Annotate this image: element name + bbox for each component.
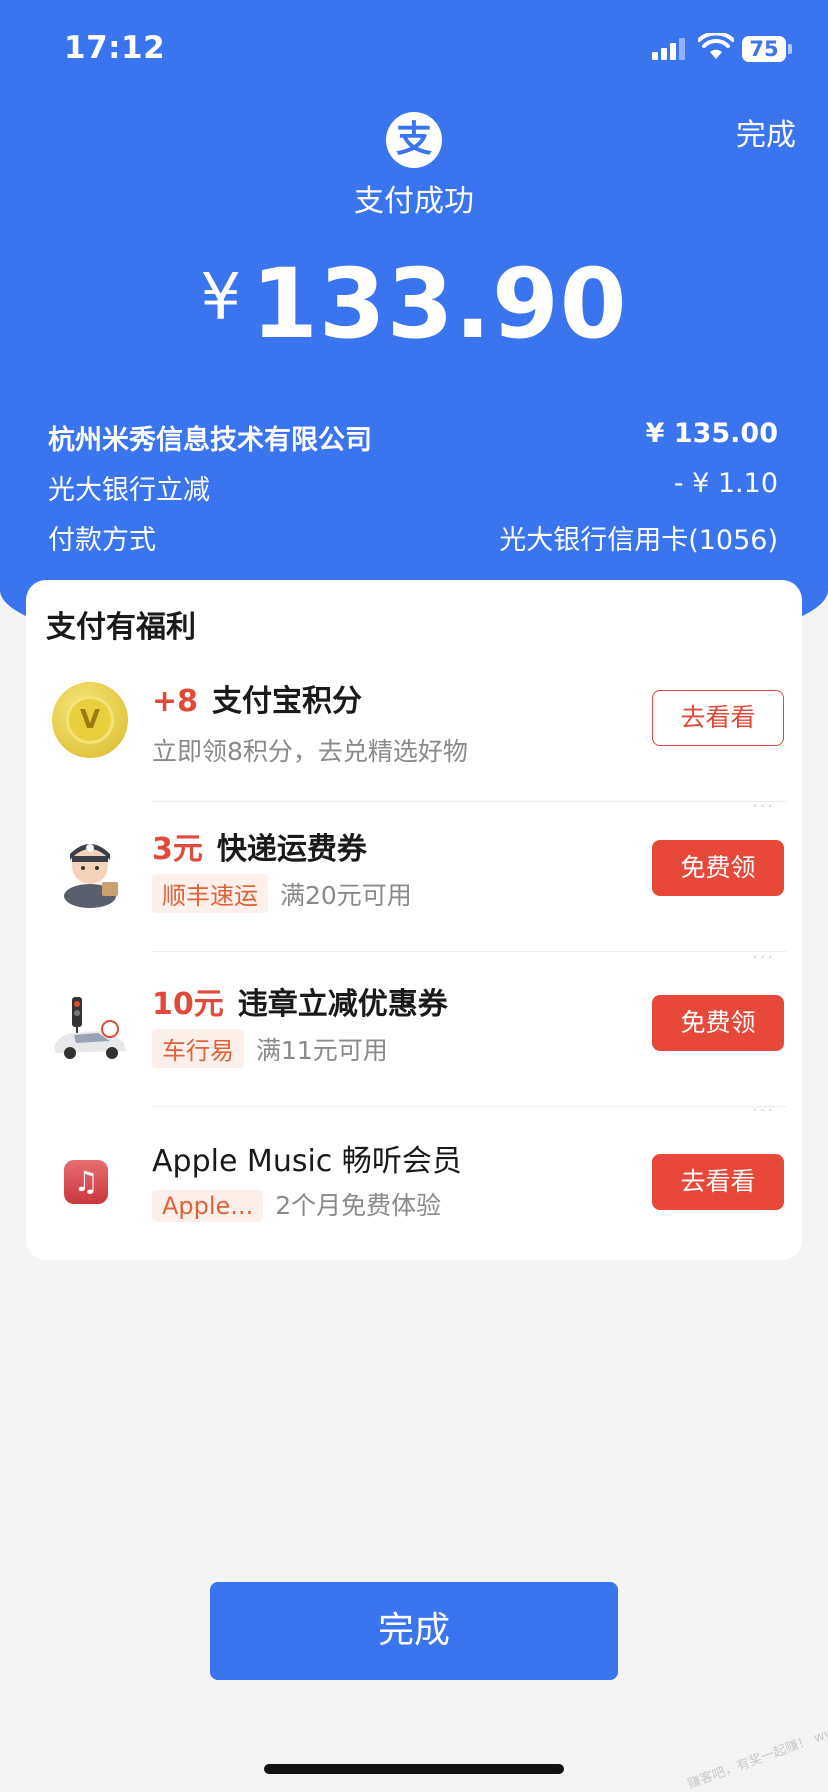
benefit-name: 快递运费券 bbox=[216, 832, 367, 867]
more-options-icon[interactable]: ··· bbox=[752, 796, 775, 817]
benefit-desc: 满20元可用 bbox=[280, 881, 412, 910]
status-time: 17:12 bbox=[64, 30, 166, 66]
payment-status-text: 支付成功 bbox=[354, 184, 474, 219]
home-indicator bbox=[264, 1764, 564, 1774]
battery-tip bbox=[788, 44, 792, 54]
benefits-title: 支付有福利 bbox=[46, 610, 196, 645]
watermark: 赚客吧，有奖一起赚！ www.zuanke8.com bbox=[685, 1690, 828, 1792]
benefit-highlight: +8 bbox=[152, 684, 199, 719]
divider bbox=[152, 951, 786, 952]
points-coin-icon: V bbox=[52, 682, 128, 758]
benefit-name: 违章立减优惠券 bbox=[237, 987, 448, 1022]
discount-value: - ¥ 1.10 bbox=[673, 468, 778, 499]
claim-button[interactable]: 免费领 bbox=[652, 840, 784, 896]
benefit-title: +8 支付宝积分 bbox=[152, 676, 362, 720]
merchant-tag: Apple... bbox=[152, 1190, 264, 1222]
benefit-title: Apple Music 畅听会员 bbox=[152, 1144, 462, 1179]
currency-symbol: ¥ bbox=[200, 261, 242, 335]
claim-button[interactable]: 免费领 bbox=[652, 995, 784, 1051]
benefit-item-courier: ··· 3元 快递运费券 顺丰速运 满20元可用 免费领 bbox=[26, 796, 802, 952]
status-bar: 17:12 75 bbox=[0, 0, 828, 100]
done-link-top[interactable]: 完成 bbox=[736, 110, 796, 154]
battery-icon: 75 bbox=[742, 36, 786, 62]
view-button[interactable]: 去看看 bbox=[652, 1154, 784, 1210]
benefits-card: 支付有福利 V +8 支付宝积分 立即领8积分，去兑精选好物 去看看 ··· 3元… bbox=[26, 580, 802, 1260]
alipay-logo-char: 支 bbox=[395, 119, 432, 160]
benefit-desc-row: Apple... 2个月免费体验 bbox=[152, 1186, 441, 1222]
benefit-desc: 满11元可用 bbox=[256, 1036, 388, 1065]
amount-value: 133.90 bbox=[251, 248, 628, 360]
merchant-name: 杭州米秀信息技术有限公司 bbox=[48, 425, 372, 456]
benefit-highlight: 3元 bbox=[152, 832, 203, 867]
benefit-desc-row: 车行易 满11元可用 bbox=[152, 1029, 388, 1068]
car-icon bbox=[54, 997, 126, 1059]
benefit-title: 3元 快递运费券 bbox=[152, 824, 367, 868]
merchant-tag: 顺丰速运 bbox=[152, 874, 268, 913]
more-options-icon[interactable]: ··· bbox=[752, 1100, 775, 1121]
benefit-title: 10元 违章立减优惠券 bbox=[152, 979, 448, 1023]
done-button[interactable]: 完成 bbox=[210, 1582, 618, 1680]
benefit-highlight: 10元 bbox=[152, 987, 224, 1022]
benefit-desc: 2个月免费体验 bbox=[275, 1191, 442, 1220]
original-price: ¥ 135.00 bbox=[645, 418, 778, 449]
cellular-signal-icon bbox=[652, 38, 688, 60]
payment-amount: ¥133.90 bbox=[0, 248, 828, 360]
alipay-logo-icon: 支 bbox=[386, 112, 442, 168]
more-options-icon[interactable]: ··· bbox=[752, 947, 775, 968]
benefit-item-traffic: ··· 10元 违章立减优惠券 车行易 满11元可用 免费领 bbox=[26, 947, 802, 1107]
divider bbox=[152, 1106, 786, 1107]
view-button[interactable]: 去看看 bbox=[652, 690, 784, 746]
wifi-icon bbox=[698, 33, 734, 59]
payment-method-value: 光大银行信用卡(1056) bbox=[499, 525, 778, 556]
benefit-name: 支付宝积分 bbox=[212, 684, 363, 719]
benefit-desc-row: 顺丰速运 满20元可用 bbox=[152, 874, 412, 913]
payment-method-label: 付款方式 bbox=[48, 525, 156, 556]
benefit-item-apple-music: ··· ♫ Apple Music 畅听会员 Apple... 2个月免费体验 去… bbox=[26, 1100, 802, 1262]
courier-icon bbox=[64, 844, 118, 908]
benefit-item-points: V +8 支付宝积分 立即领8积分，去兑精选好物 去看看 bbox=[26, 652, 802, 802]
apple-music-icon: ♫ bbox=[52, 1148, 128, 1224]
discount-label: 光大银行立减 bbox=[48, 475, 210, 506]
merchant-tag: 车行易 bbox=[152, 1029, 244, 1068]
benefit-desc: 立即领8积分，去兑精选好物 bbox=[152, 737, 468, 766]
